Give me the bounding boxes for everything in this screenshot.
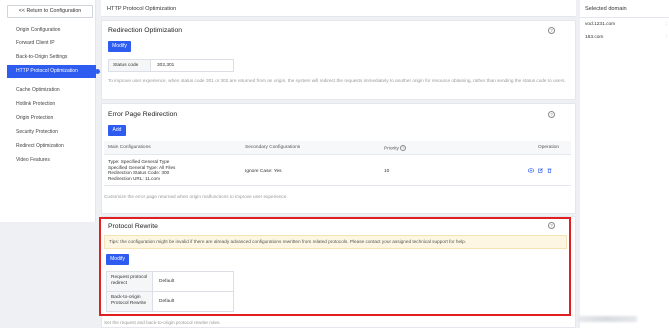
status-code-value: 302,301 [157,63,175,68]
back-to-origin-protocol-rewrite-label: Back-to-origin Protocol Rewrite [107,292,153,311]
priority-cell: 10 [384,169,390,174]
request-protocol-redirect-label: Request protocol redirect [107,272,153,292]
sidebar-item-back-to-origin-settings[interactable]: Back-to-Origin Settings [0,51,96,64]
panel-divider [580,17,669,18]
status-code-label: Status code [109,60,151,71]
request-protocol-redirect-value: Default [159,279,175,284]
view-icon[interactable] [527,168,535,173]
protocol-rewrite-modify-button[interactable]: Modify [106,254,129,265]
sidebar-item-http-protocol-optimization[interactable]: HTTP Protocol Optimization [7,65,100,78]
redirection-modify-button[interactable]: Modify [108,41,131,52]
error-page-add-button[interactable]: Add [108,125,126,136]
column-secondary-configurations: Secondary Configurations [245,145,301,150]
return-to-configuration-button[interactable]: << Return to Configuration [7,5,93,18]
error-page-description: Customize the error page returned when o… [104,194,288,199]
main-config-line: Type: Specified General Type [108,159,170,164]
table-header [104,141,571,155]
tip-text: Tips: the configuration might be invalid… [109,239,467,244]
error-page-redirection-title: Error Page Redirection [108,111,178,118]
redirection-description: To improve user experience, when status … [108,78,566,83]
truncated-column: : [666,22,668,27]
delete-icon[interactable] [547,168,552,173]
page-title: HTTP Protocol Optimization [107,6,177,12]
sidebar-item-cache-optimization[interactable]: Cache Optimization [0,84,96,97]
sidebar-item-redirect-optimization[interactable]: Redirect Optimization [0,140,96,153]
sidebar-item-video-features[interactable]: Video Features [0,154,96,167]
protocol-rewrite-description: Set the request and back-to-origin proto… [104,320,221,325]
truncated-column: : [666,35,668,40]
main-config-line: Redirection URL: 11.com [108,175,161,181]
redirection-optimization-title: Redirection Optimization [108,27,183,34]
help-icon[interactable]: ? [548,27,555,34]
domain-item[interactable]: vod.1231.com [585,22,615,27]
edit-icon[interactable] [538,168,543,173]
sidebar-item-security-protection[interactable]: Security Protection [0,126,96,139]
sidebar-item-hotlink-protection[interactable]: Hotlink Protection [0,98,96,111]
sidebar-item-origin-configuration[interactable]: Origin Configuration [0,24,96,37]
protocol-rewrite-title: Protocol Rewrite [108,223,158,230]
column-priority: Priority ? [384,145,407,152]
main-configurations-cell: Type: Specified General Type Specified G… [108,159,175,181]
sidebar-item-forward-client-ip[interactable]: Forward Client IP [0,37,96,50]
selected-domain-title: Selected domain [585,6,627,12]
help-icon[interactable]: ? [548,222,555,229]
priority-help-icon[interactable]: ? [400,145,407,151]
help-icon[interactable]: ? [548,111,555,118]
main-config-line: Redirection Status Code: 300 [108,170,170,175]
blurred-artifact [577,316,637,322]
sidebar-item-origin-protection[interactable]: Origin Protection [0,112,96,125]
domain-item[interactable]: 163.com [585,35,603,40]
column-operation: Operation [538,145,560,150]
secondary-configurations-cell: Ignore Case: Yes [245,169,282,174]
column-main-configurations: Main Configurations [108,145,151,150]
priority-label: Priority [384,146,399,152]
selected-domain-panel [580,0,669,328]
back-to-origin-protocol-rewrite-value: Default [159,299,175,304]
